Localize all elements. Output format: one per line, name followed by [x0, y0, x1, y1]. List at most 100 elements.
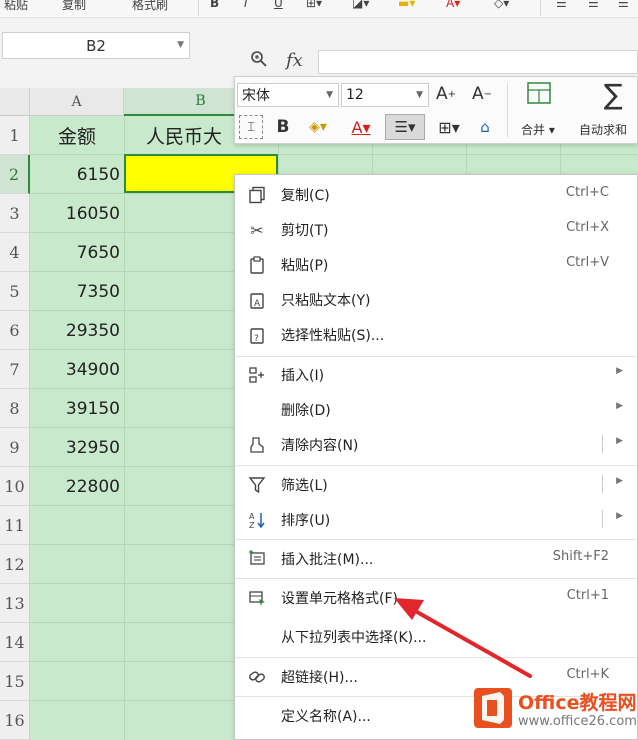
font-name-value: 宋体	[242, 88, 270, 104]
border-icon[interactable]: ⊞▾	[306, 0, 322, 10]
row-header[interactable]: 13	[0, 584, 30, 623]
cell-amount[interactable]: 7650	[30, 233, 124, 272]
select-all-corner[interactable]	[0, 88, 30, 116]
row-header[interactable]: 9	[0, 428, 30, 467]
menu-item-filter[interactable]: 筛选(L) ▶	[235, 467, 637, 501]
watermark-url: www.office26.com	[518, 714, 637, 729]
chevron-right-icon: ▶	[616, 401, 623, 411]
submenu-divider	[602, 475, 603, 493]
annotation-arrow	[394, 598, 532, 678]
menu-item-label: 粘贴(P)	[281, 258, 329, 274]
menu-item-paste-text[interactable]: A 只粘贴文本(Y)	[235, 282, 637, 316]
clear-format-icon[interactable]: ⌂	[473, 115, 497, 139]
menu-item-shortcut: Ctrl+V	[566, 255, 609, 270]
underline-icon[interactable]: U	[274, 0, 283, 10]
font-size-select[interactable]: 12 ▼	[341, 83, 429, 107]
row-header[interactable]: 14	[0, 623, 30, 662]
row-header[interactable]: 10	[0, 467, 30, 506]
formula-input[interactable]	[318, 50, 638, 74]
paste-special-icon: ?	[247, 325, 267, 345]
cell-amount[interactable]: 32950	[30, 428, 124, 467]
copy-icon	[247, 185, 267, 205]
row-header[interactable]: 6	[0, 311, 30, 350]
format-painter-button[interactable]: 格式刷	[132, 0, 168, 13]
row-header[interactable]: 1	[0, 116, 30, 155]
align-center-icon[interactable]: ☰▾	[385, 114, 425, 140]
cell-amount[interactable]: 22800	[30, 467, 124, 506]
clipboard-icon	[247, 255, 267, 275]
link-icon	[247, 667, 267, 687]
column-header-a[interactable]: A	[30, 88, 124, 116]
font-name-select[interactable]: 宋体 ▼	[237, 83, 339, 107]
menu-item-clear-contents[interactable]: 清除内容(N) ▶	[235, 427, 637, 461]
chevron-right-icon: ▶	[616, 476, 623, 486]
row-header[interactable]: 12	[0, 545, 30, 584]
increase-font-icon[interactable]: A +	[433, 81, 459, 107]
fill-color-icon[interactable]: ◪▾	[352, 0, 369, 10]
italic-icon[interactable]: I	[244, 0, 248, 10]
autosum-icon[interactable]: ∑	[599, 78, 627, 111]
border-icon[interactable]: ⊞▾	[431, 115, 467, 139]
bold-icon[interactable]: B	[210, 0, 219, 10]
chevron-down-icon[interactable]: ▼	[177, 40, 184, 50]
fx-icon[interactable]: fx	[286, 50, 303, 71]
zoom-icon[interactable]	[250, 50, 268, 73]
clear-format-icon[interactable]: ◇▾	[494, 0, 509, 10]
copy-button[interactable]: 复制	[62, 0, 86, 13]
autosum-button[interactable]: 自动求和	[579, 121, 627, 138]
align-top-icon[interactable]: ☰	[556, 0, 567, 10]
fill-color-icon[interactable]: ◈▾	[299, 115, 337, 139]
menu-separator	[235, 465, 637, 466]
row-header[interactable]: 5	[0, 272, 30, 311]
row-header[interactable]: 3	[0, 194, 30, 233]
submenu-divider	[602, 435, 603, 453]
chevron-down-icon[interactable]: ▼	[416, 90, 423, 100]
menu-item-paste[interactable]: 粘贴(P) Ctrl+V	[235, 247, 637, 281]
cell-a1[interactable]: 金额	[30, 116, 124, 155]
cell-amount[interactable]: 16050	[30, 194, 124, 233]
chevron-down-icon[interactable]: ▼	[326, 90, 333, 100]
align-middle-icon[interactable]: ☰	[588, 0, 599, 10]
row-header[interactable]: 8	[0, 389, 30, 428]
menu-item-copy[interactable]: 复制(C) Ctrl+C	[235, 177, 637, 211]
svg-text:A: A	[254, 299, 261, 309]
bold-icon[interactable]: B	[271, 115, 295, 139]
row-header[interactable]: 11	[0, 506, 30, 545]
menu-item-shortcut: Ctrl+K	[566, 667, 609, 682]
row-header[interactable]: 16	[0, 701, 30, 740]
row-header[interactable]: 15	[0, 662, 30, 701]
cell-amount[interactable]: 39150	[30, 389, 124, 428]
merge-button[interactable]: 合并 ▾	[521, 121, 555, 138]
highlight-icon[interactable]: ▬▾	[398, 0, 415, 10]
insert-icon	[247, 365, 267, 385]
ribbon-divider	[540, 0, 541, 16]
cell-amount[interactable]: 6150	[30, 155, 124, 194]
menu-item-sort[interactable]: AZ 排序(U) ▶	[235, 502, 637, 536]
menu-item-insert-comment[interactable]: 插入批注(M)... Shift+F2	[235, 541, 637, 575]
font-color-icon[interactable]: A▾	[343, 115, 379, 139]
row-header[interactable]: 7	[0, 350, 30, 389]
svg-text:Z: Z	[249, 521, 255, 529]
select-area-icon[interactable]: ⌶	[239, 115, 263, 139]
menu-item-shortcut: Ctrl+X	[566, 220, 609, 235]
font-color-icon[interactable]: A▾	[446, 0, 460, 10]
name-box[interactable]: B2 ▼	[2, 32, 190, 59]
filter-icon	[247, 475, 267, 495]
align-bottom-icon[interactable]: ☰	[618, 0, 629, 10]
menu-item-label: 选择性粘贴(S)...	[281, 328, 385, 344]
menu-item-delete[interactable]: 删除(D) ▶	[235, 392, 637, 426]
cell-amount[interactable]: 7350	[30, 272, 124, 311]
cell-amount[interactable]: 29350	[30, 311, 124, 350]
row-header[interactable]: 2	[0, 155, 30, 194]
menu-item-paste-special[interactable]: ? 选择性粘贴(S)...	[235, 317, 637, 351]
paste-button[interactable]: 粘贴	[4, 0, 28, 13]
decrease-font-icon[interactable]: A −	[469, 81, 495, 107]
office-logo-icon	[474, 688, 512, 728]
menu-item-label: 只粘贴文本(Y)	[281, 293, 371, 309]
row-header[interactable]: 4	[0, 233, 30, 272]
menu-item-cut[interactable]: ✂ 剪切(T) Ctrl+X	[235, 212, 637, 246]
cell-amount[interactable]: 34900	[30, 350, 124, 389]
menu-item-insert[interactable]: 插入(I) ▶	[235, 357, 637, 391]
paste-text-icon: A	[247, 290, 267, 310]
merge-cells-icon[interactable]	[525, 79, 553, 107]
